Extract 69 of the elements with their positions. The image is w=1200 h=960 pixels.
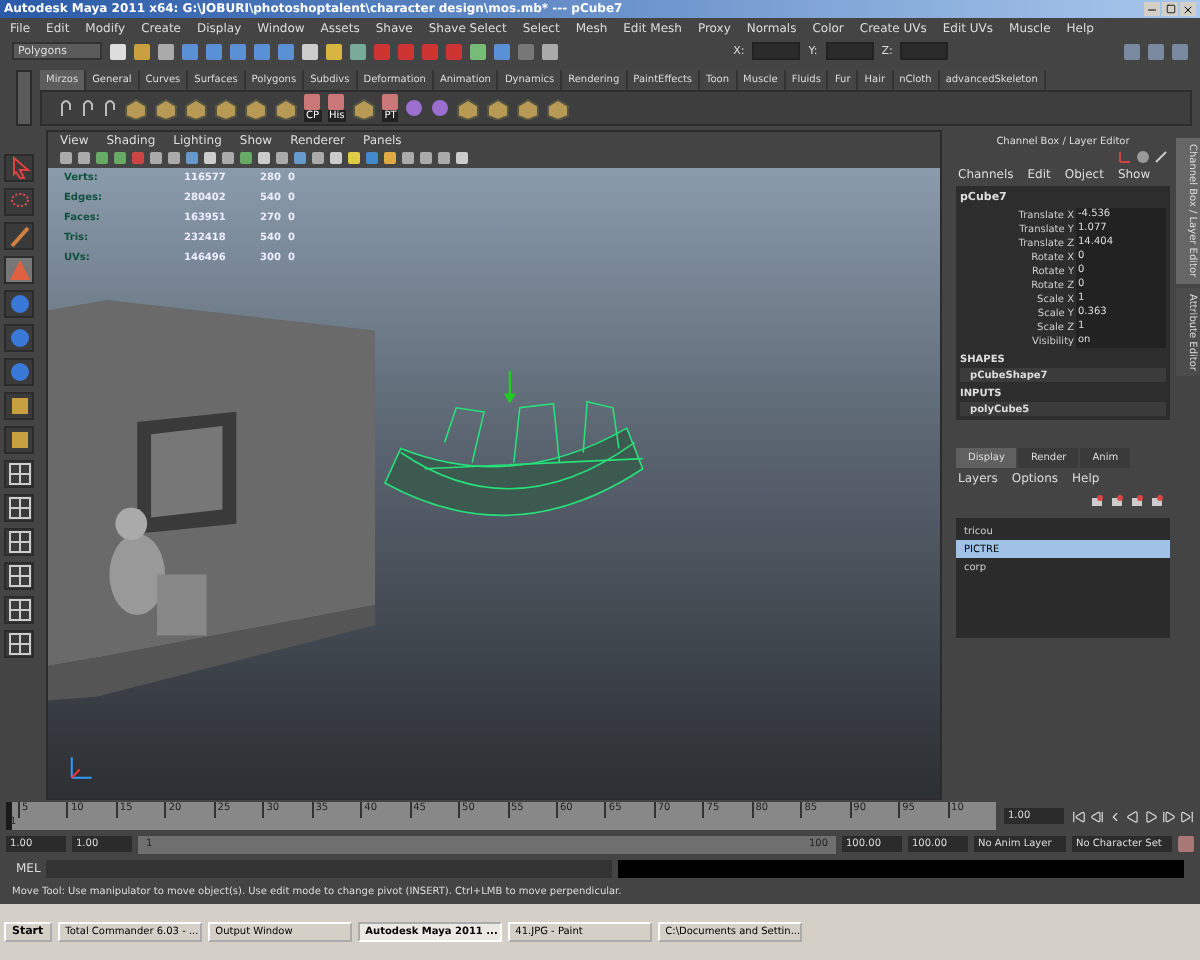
sphere-tool-button[interactable]	[4, 324, 34, 352]
axis-icon	[70, 756, 93, 779]
cube-tool-button[interactable]	[4, 392, 34, 420]
cube-icon	[6, 426, 32, 454]
coordinate-field[interactable]	[900, 42, 949, 60]
coordinate-field[interactable]	[825, 42, 874, 60]
tool-icon	[382, 94, 399, 110]
cube-icon[interactable]	[516, 97, 541, 119]
sphere-icon	[6, 324, 32, 352]
layer-tool-icon[interactable]	[1150, 494, 1164, 508]
close-icon	[1182, 3, 1194, 15]
layer-tool-icon[interactable]	[1110, 494, 1124, 508]
cube-icon[interactable]	[352, 97, 377, 119]
layout-tool-button[interactable]	[4, 596, 34, 624]
sphere-icon	[6, 290, 32, 318]
close-button[interactable]	[1180, 2, 1196, 16]
globe-icon[interactable]	[1136, 150, 1150, 164]
layout-icon	[6, 630, 32, 658]
play-icon[interactable]	[1144, 809, 1158, 823]
layout-tool-button[interactable]	[4, 630, 34, 658]
cube-icon[interactable]	[456, 97, 481, 119]
cube-icon[interactable]	[546, 97, 571, 119]
cube-icon[interactable]	[154, 97, 178, 119]
cube-icon[interactable]	[486, 97, 511, 119]
cube-icon[interactable]	[214, 97, 238, 119]
maximize-button[interactable]	[1162, 2, 1178, 16]
orb-icon[interactable]	[430, 98, 451, 118]
move-arrow-icon[interactable]	[503, 371, 516, 404]
paint-tool-button[interactable]	[4, 222, 34, 250]
layout-icon	[6, 494, 32, 522]
play-backwards-icon[interactable]	[1126, 809, 1140, 823]
statue-drawing	[109, 507, 207, 636]
cube-icon	[6, 392, 32, 420]
layout-tool-button[interactable]	[4, 494, 34, 522]
sphere-tool-button[interactable]	[4, 358, 34, 386]
sphere-icon	[6, 358, 32, 386]
step-forward-icon[interactable]	[1162, 809, 1176, 823]
lasso-tool-button[interactable]	[4, 188, 34, 216]
go-to-start-icon[interactable]	[1072, 809, 1086, 823]
go-to-end-icon[interactable]	[1180, 809, 1194, 823]
coordinate-field[interactable]	[752, 42, 801, 60]
layout-tool-button[interactable]	[4, 460, 34, 488]
select-tool-button[interactable]	[4, 154, 34, 182]
layout-tool-button[interactable]	[4, 528, 34, 556]
layout-icon	[6, 528, 32, 556]
paint-icon	[6, 222, 32, 250]
step-back-icon[interactable]	[1090, 809, 1104, 823]
cube-icon[interactable]	[244, 97, 268, 119]
layout-icon	[6, 596, 32, 624]
move-tool-button[interactable]	[4, 256, 34, 284]
cube-icon[interactable]	[274, 97, 298, 119]
cube-icon[interactable]	[124, 97, 148, 119]
move-icon	[6, 256, 32, 284]
layout-tool-button[interactable]	[4, 562, 34, 590]
cube-tool-button[interactable]	[4, 426, 34, 454]
cube-icon[interactable]	[184, 97, 208, 119]
orb-icon[interactable]	[404, 98, 425, 118]
layer-tool-icon[interactable]	[1130, 494, 1144, 508]
layer-tool-icon[interactable]	[1090, 494, 1104, 508]
axis-icon[interactable]	[1118, 150, 1132, 164]
previous-key-icon[interactable]	[1108, 809, 1122, 823]
layout-icon	[6, 562, 32, 590]
pencil-icon[interactable]	[1154, 150, 1168, 164]
shelf-menu-handle[interactable]	[16, 70, 32, 126]
maximize-icon	[1165, 4, 1175, 14]
minimize-icon	[1146, 3, 1158, 15]
layout-icon	[6, 460, 32, 488]
sphere-tool-button[interactable]	[4, 290, 34, 318]
minimize-button[interactable]	[1144, 2, 1160, 16]
